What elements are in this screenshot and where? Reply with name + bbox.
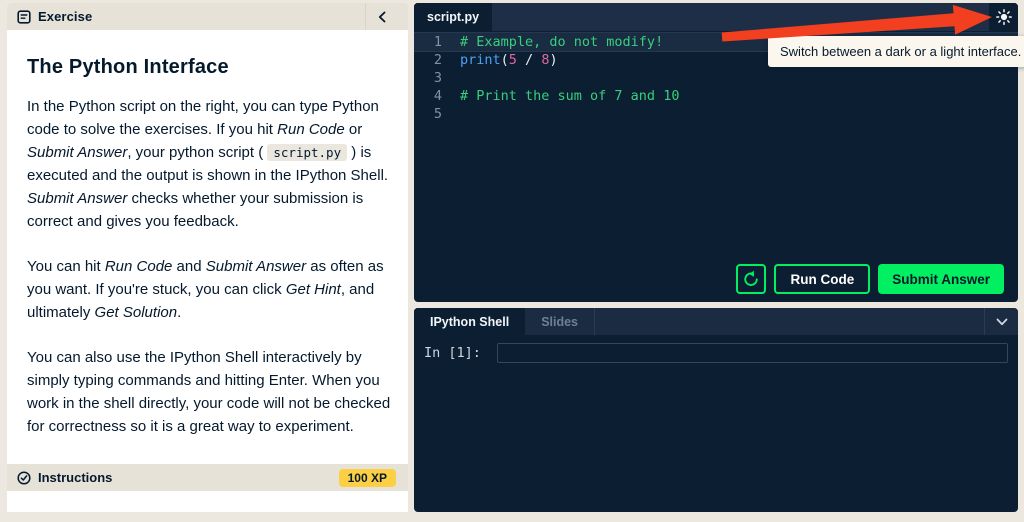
- reset-icon: [742, 270, 760, 288]
- code-line: 3: [414, 69, 1018, 87]
- run-code-button[interactable]: Run Code: [774, 264, 870, 294]
- code-line: 5: [414, 105, 1018, 123]
- exercise-header-label: Exercise: [38, 9, 92, 24]
- shell-body: In [1]:: [414, 335, 1018, 512]
- reset-code-button[interactable]: [736, 264, 766, 294]
- editor-tab-bar: script.py: [414, 3, 1018, 31]
- exercise-paragraph: In the Python script on the right, you c…: [27, 95, 392, 233]
- sun-icon: [996, 9, 1012, 25]
- exercise-header: Exercise: [7, 3, 408, 30]
- exercise-page: Exercise The Python Interface In the Pyt…: [0, 0, 1024, 522]
- instructions-label: Instructions: [38, 470, 112, 485]
- exercise-body: The Python Interface In the Python scrip…: [7, 30, 408, 512]
- tab-slides[interactable]: Slides: [525, 308, 595, 335]
- chevron-down-icon: [996, 318, 1008, 326]
- exercise-paragraph: You can hit Run Code and Submit Answer a…: [27, 255, 392, 324]
- script-tab-label: script.py: [427, 10, 479, 24]
- shell-prompt: In [1]:: [424, 343, 489, 363]
- exercise-paragraph: You can also use the IPython Shell inter…: [27, 346, 392, 438]
- exercise-journal-icon: [17, 10, 31, 24]
- tab-ipython-shell[interactable]: IPython Shell: [414, 308, 525, 335]
- instructions-header: Instructions 100 XP: [7, 464, 408, 491]
- theme-toggle-button[interactable]: [989, 3, 1018, 31]
- line-number: 5: [414, 105, 460, 123]
- line-number: 1: [414, 33, 460, 51]
- instruction-item: Experiment in the IPython Shell; type 5 …: [27, 509, 392, 512]
- exercise-panel: Exercise The Python Interface In the Pyt…: [7, 3, 408, 512]
- collapse-panel-button[interactable]: [366, 3, 398, 30]
- line-number: 4: [414, 87, 460, 105]
- theme-toggle-tooltip: Switch between a dark or a light interfa…: [768, 36, 1024, 67]
- tab-script-py[interactable]: script.py: [414, 3, 492, 31]
- page-title: The Python Interface: [27, 56, 392, 79]
- console-panel: IPython Shell Slides In [1]:: [414, 308, 1018, 512]
- line-number: 3: [414, 69, 460, 87]
- line-number: 2: [414, 51, 460, 69]
- editor-actions: Run Code Submit Answer: [736, 264, 1004, 294]
- console-tab-bar: IPython Shell Slides: [414, 308, 1018, 335]
- collapse-console-button[interactable]: [984, 308, 1018, 335]
- submit-answer-button[interactable]: Submit Answer: [878, 264, 1004, 294]
- xp-badge: 100 XP: [339, 469, 396, 487]
- shell-input[interactable]: [497, 343, 1008, 363]
- code-line: 4 # Print the sum of 7 and 10: [414, 87, 1018, 105]
- check-circle-icon: [17, 471, 31, 485]
- chevron-left-icon: [378, 11, 386, 23]
- instructions-list: Experiment in the IPython Shell; type 5 …: [27, 509, 392, 512]
- code-editor[interactable]: 1 # Example, do not modify! 2 print(5 / …: [414, 31, 1018, 302]
